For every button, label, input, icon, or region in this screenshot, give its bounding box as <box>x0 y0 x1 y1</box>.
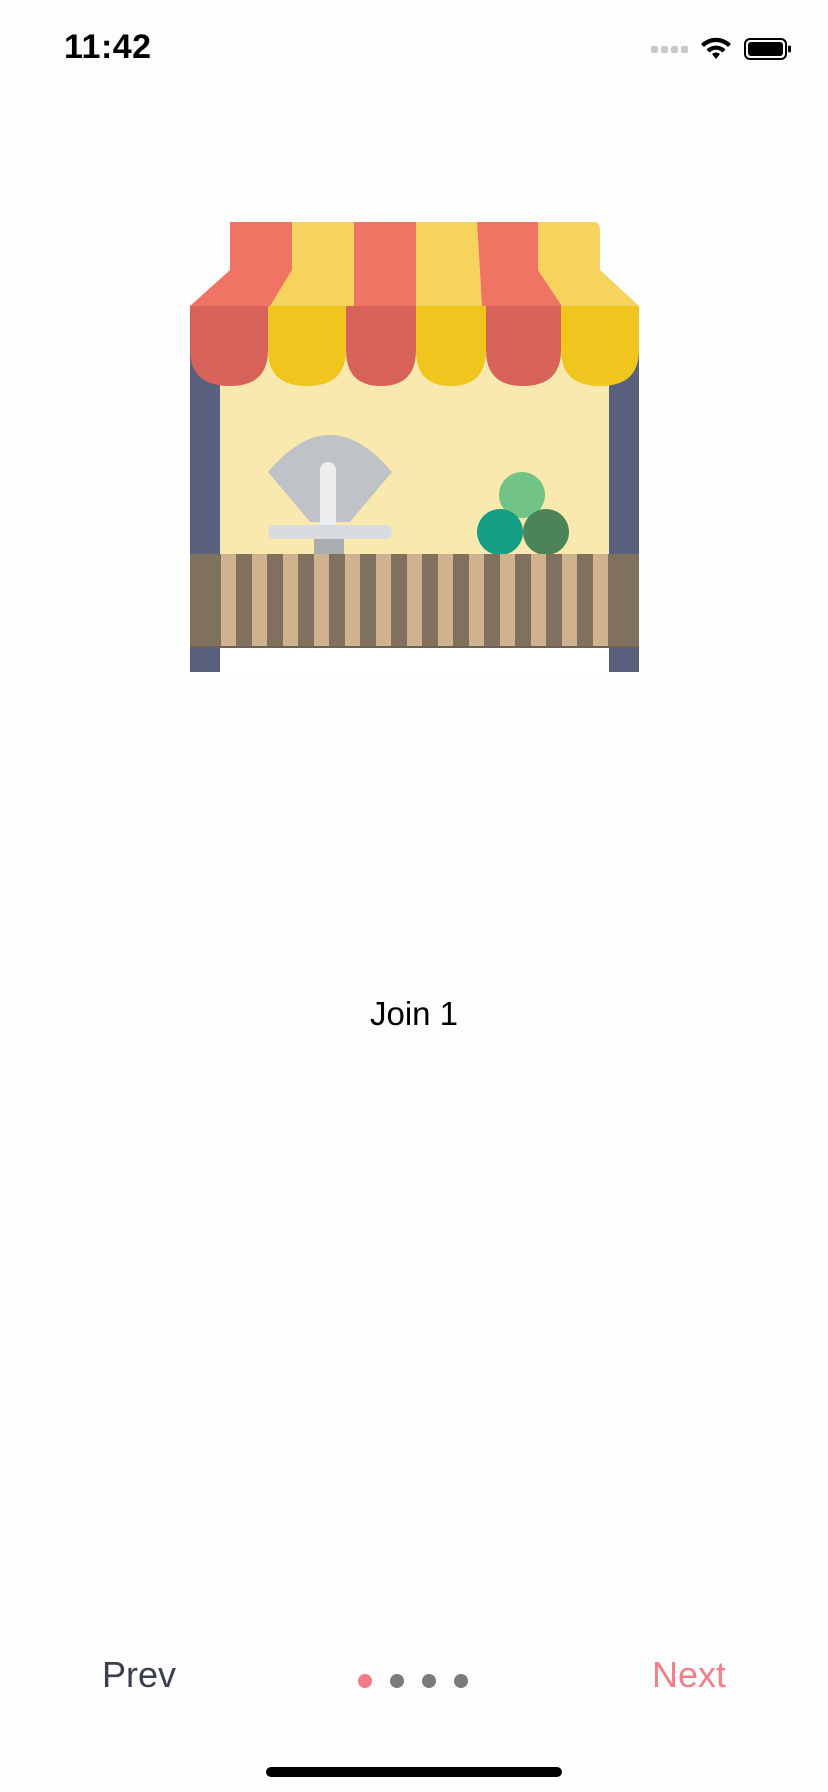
home-indicator[interactable] <box>266 1767 562 1777</box>
status-time: 11:42 <box>64 28 152 66</box>
page-dot-1[interactable] <box>358 1674 372 1688</box>
bottom-navigation: Prev Next <box>0 1640 828 1710</box>
page-dot-3[interactable] <box>422 1674 436 1688</box>
page-dot-4[interactable] <box>454 1674 468 1688</box>
market-stall-icon <box>190 222 639 672</box>
status-bar: 11:42 <box>0 0 828 100</box>
page-dot-2[interactable] <box>390 1674 404 1688</box>
battery-icon <box>744 38 791 60</box>
wifi-icon <box>701 37 731 59</box>
prev-button[interactable]: Prev <box>102 1654 176 1696</box>
signal-icon <box>651 45 688 53</box>
next-button[interactable]: Next <box>652 1654 726 1696</box>
page-indicator <box>358 1674 468 1688</box>
page-title: Join 1 <box>369 995 459 1032</box>
status-icons <box>651 34 792 64</box>
